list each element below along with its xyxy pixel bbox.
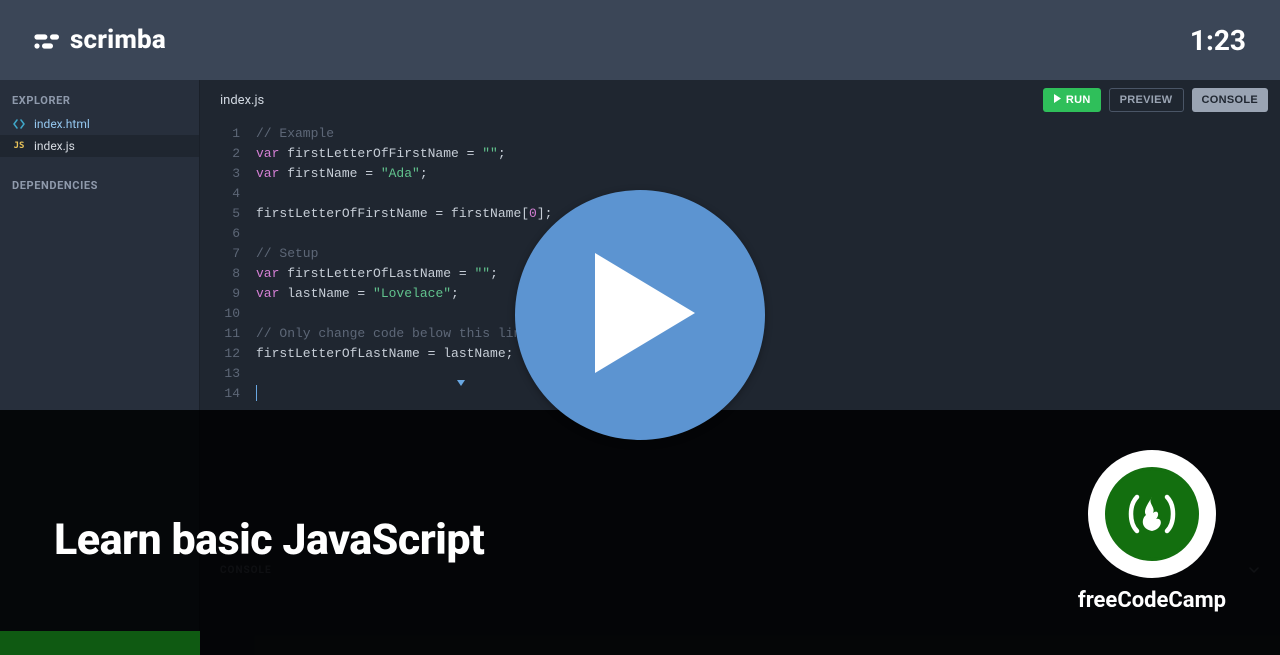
code-lines: // Examplevar firstLetterOfFirstName = "…: [248, 124, 1280, 404]
preview-label: PREVIEW: [1120, 94, 1173, 106]
js-file-icon: JS: [12, 141, 26, 151]
file-item-index-js[interactable]: JS index.js: [0, 135, 199, 157]
play-button[interactable]: [515, 190, 765, 440]
freecodecamp-logo-icon: [1099, 461, 1205, 567]
file-item-index-html[interactable]: index.html: [0, 113, 199, 135]
file-label: index.html: [34, 117, 90, 131]
header: scrimba 1:23: [0, 0, 1280, 80]
brand-text: scrimba: [70, 25, 166, 55]
play-icon: [575, 253, 705, 377]
run-button[interactable]: RUN: [1043, 88, 1101, 112]
explorer-heading: EXPLORER: [0, 80, 199, 113]
preview-button[interactable]: PREVIEW: [1109, 88, 1184, 112]
file-label: index.js: [34, 139, 75, 153]
scrimba-logo-icon: [34, 31, 60, 49]
author-avatar: [1088, 450, 1216, 578]
console-button[interactable]: CONSOLE: [1192, 88, 1269, 112]
author-name: freeCodeCamp: [1078, 588, 1226, 613]
console-label: CONSOLE: [1202, 94, 1259, 106]
brand: scrimba: [34, 25, 166, 55]
run-label: RUN: [1066, 94, 1091, 106]
line-gutter: 1234567891011121314: [200, 124, 248, 404]
course-author: freeCodeCamp: [1078, 450, 1226, 613]
timer: 1:23: [1190, 24, 1246, 57]
cursor-marker-icon: [457, 380, 465, 386]
html-file-icon: [12, 118, 26, 130]
play-icon: [1053, 94, 1062, 106]
editor-tab[interactable]: index.js: [220, 93, 264, 108]
editor-toolbar: index.js RUN PREVIEW CONSOLE: [200, 80, 1280, 120]
bottom-status-strip: [0, 631, 200, 655]
dependencies-heading: DEPENDENCIES: [0, 157, 199, 198]
course-title: Learn basic JavaScript: [54, 515, 484, 565]
